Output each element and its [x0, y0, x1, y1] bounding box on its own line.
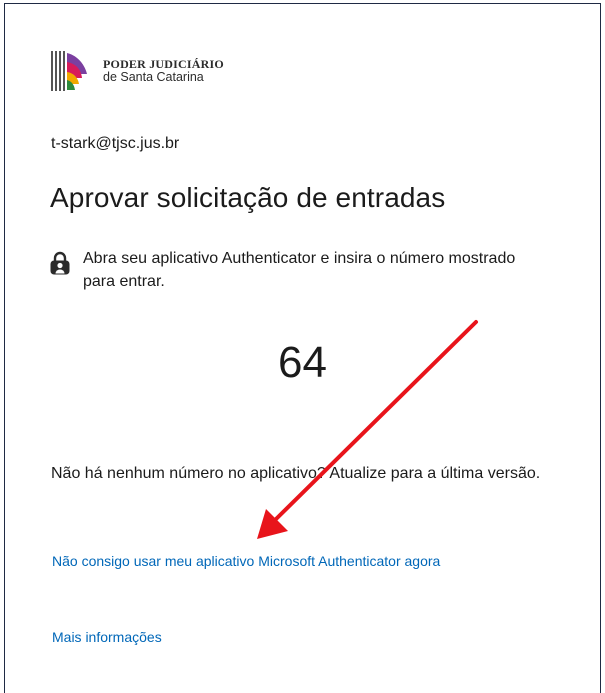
verification-number: 64	[278, 338, 327, 387]
more-info-link[interactable]: Mais informações	[52, 629, 162, 645]
instruction-text: Abra seu aplicativo Authenticator e insi…	[83, 250, 516, 290]
tjsc-logo-icon	[49, 48, 95, 94]
organization-logo-text: PODER JUDICIÁRIO de Santa Catarina	[103, 58, 224, 84]
organization-logo: PODER JUDICIÁRIO de Santa Catarina	[49, 48, 224, 94]
logo-title: PODER JUDICIÁRIO	[103, 57, 224, 72]
update-app-hint: Não há nenhum número no aplicativo? Atua…	[51, 465, 541, 482]
logo-subtitle: de Santa Catarina	[103, 69, 204, 84]
account-identity: t-stark@tjsc.jus.br	[51, 135, 180, 152]
lock-icon	[49, 250, 71, 276]
cant-use-authenticator-link[interactable]: Não consigo usar meu aplicativo Microsof…	[52, 549, 552, 574]
authenticator-instruction: Abra seu aplicativo Authenticator e insi…	[49, 247, 529, 293]
sign-in-card: PODER JUDICIÁRIO de Santa Catarina t-sta…	[4, 3, 601, 693]
page-title: Aprovar solicitação de entradas	[50, 182, 446, 213]
